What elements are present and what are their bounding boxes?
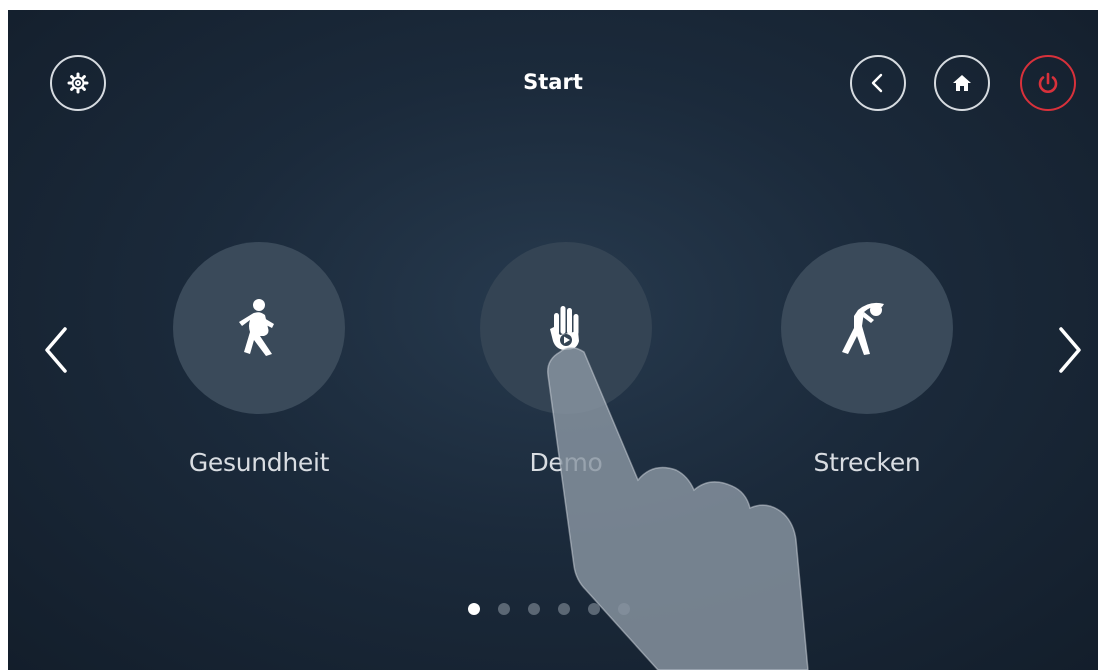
chevron-right-icon xyxy=(1059,327,1081,373)
tile-icon-circle xyxy=(173,242,345,414)
tile-label: Strecken xyxy=(813,448,921,477)
app-screen: Start Gesundheit Demo Strecken xyxy=(8,10,1098,670)
tile-strecken[interactable]: Strecken xyxy=(781,242,953,477)
chevron-left-icon xyxy=(871,73,883,93)
tile-gesundheit[interactable]: Gesundheit xyxy=(173,242,345,477)
carousel-prev-button[interactable] xyxy=(36,320,76,380)
carousel-next-button[interactable] xyxy=(1050,320,1090,380)
power-icon xyxy=(1038,72,1058,93)
pager-dot[interactable] xyxy=(558,603,570,615)
tile-icon-circle xyxy=(480,242,652,414)
pager-dot[interactable] xyxy=(618,603,630,615)
tile-label: Gesundheit xyxy=(188,448,330,477)
hand-play-icon xyxy=(550,306,579,350)
pager-dot[interactable] xyxy=(528,603,540,615)
pager-dot[interactable] xyxy=(468,603,480,615)
tile-icon-circle xyxy=(781,242,953,414)
power-button[interactable] xyxy=(1020,55,1076,111)
back-button[interactable] xyxy=(850,55,906,111)
chevron-left-icon xyxy=(45,327,67,373)
pager-dot[interactable] xyxy=(498,603,510,615)
walking-person-icon xyxy=(239,299,274,356)
home-icon xyxy=(953,75,971,91)
pager-dot[interactable] xyxy=(588,603,600,615)
tile-label: Demo xyxy=(529,448,603,477)
page-indicator xyxy=(468,600,668,618)
home-button[interactable] xyxy=(934,55,990,111)
stretching-person-icon xyxy=(842,302,884,355)
tile-demo[interactable]: Demo xyxy=(480,242,652,477)
